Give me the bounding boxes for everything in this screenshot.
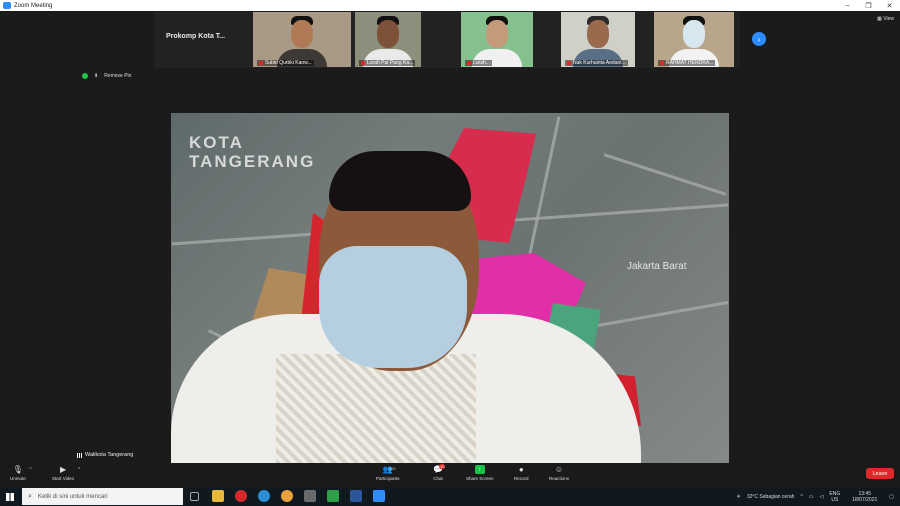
chevron-up-icon[interactable]: ^	[29, 467, 31, 473]
title-bar: Zoom Meeting – ❐ ✕	[0, 0, 900, 11]
volume-icon[interactable]: ◁	[820, 494, 824, 500]
participant-face-mask	[683, 20, 705, 48]
audio-level-icon	[77, 453, 82, 458]
participants-count: 152	[389, 466, 396, 471]
opera-icon[interactable]	[235, 490, 247, 502]
lang-line2: US	[831, 497, 838, 503]
view-label: View	[883, 16, 894, 22]
participant-thumbnail[interactable]: Lurah...	[461, 12, 533, 67]
participant-label: Nak Kurhainta Aedani...	[565, 60, 628, 66]
next-page-button[interactable]: ›	[752, 32, 766, 46]
leave-button[interactable]: Leave	[866, 468, 894, 479]
muted-icon	[259, 61, 263, 65]
network-icon[interactable]: ▭	[809, 494, 814, 500]
muted-icon	[660, 61, 664, 65]
participant-label: RAHMAT HENDRA...	[658, 60, 715, 66]
shield-icon	[82, 73, 88, 79]
chrome-icon[interactable]	[327, 490, 339, 502]
share-screen-button[interactable]: ↑ Share Screen	[466, 465, 494, 481]
remove-pin-label: Remove Pin	[104, 73, 131, 79]
reactions-icon: ☺	[554, 465, 564, 474]
participants-button[interactable]: 👥 152 Participants	[376, 465, 400, 481]
window-title: Zoom Meeting	[14, 3, 52, 9]
edge-icon[interactable]	[258, 490, 270, 502]
start-button[interactable]	[0, 487, 20, 506]
record-button[interactable]: ● Record	[514, 465, 529, 481]
task-view-icon[interactable]	[190, 492, 199, 501]
start-video-button[interactable]: ▶ Start Video ^	[52, 465, 74, 481]
participant-face	[377, 20, 399, 48]
participant-thumbnail[interactable]: Nak Kurhainta Aedani...	[561, 12, 635, 67]
chevron-up-icon[interactable]: ^	[78, 467, 80, 473]
video-off-icon: ▶	[58, 465, 68, 474]
muted-icon	[361, 61, 365, 65]
participant-thumbnail[interactable]: Subid Qurbki Kanw...	[253, 12, 351, 67]
minimize-button[interactable]: –	[837, 0, 858, 11]
app-icon[interactable]	[304, 490, 316, 502]
speaker-name: Walikota Tangerang	[85, 452, 133, 458]
clock-date: 18/07/2021	[852, 497, 877, 503]
reactions-label: Reactions	[549, 476, 569, 481]
record-label: Record	[514, 476, 529, 481]
clock[interactable]: 13:45 18/07/2021	[852, 491, 883, 503]
microphone-muted-icon: 🎙	[13, 465, 23, 474]
chat-badge: 10	[439, 464, 445, 469]
chat-button[interactable]: 💬 10 Chat	[433, 465, 443, 481]
participant-face	[291, 20, 313, 48]
windows-taskbar: ⌕ Ketik di sini untuk mencari ☀ 32°C Seb…	[0, 487, 900, 506]
participant-thumbnail[interactable]: RAHMAT HENDRA...	[654, 12, 734, 67]
word-icon[interactable]	[350, 490, 362, 502]
map-title-line1: KOTA	[189, 133, 315, 152]
remove-pin-control[interactable]: ⬇ Remove Pin	[82, 73, 131, 79]
participants-label: Participants	[376, 476, 400, 481]
face-mask	[319, 246, 467, 368]
unmute-label: Unmute	[10, 476, 26, 481]
chrome-icon[interactable]	[281, 490, 293, 502]
map-title: KOTA TANGERANG	[189, 133, 315, 171]
zoom-taskbar-icon[interactable]	[373, 490, 385, 502]
participant-face	[486, 20, 508, 48]
window-controls: – ❐ ✕	[837, 0, 900, 11]
map-title-line2: TANGERANG	[189, 152, 315, 171]
active-speaker-video[interactable]: KOTA TANGERANG Jakarta Barat	[171, 113, 729, 464]
muted-icon	[567, 61, 571, 65]
muted-icon	[467, 61, 471, 65]
windows-logo-icon	[6, 493, 14, 501]
participant-label: Lurah Pal Pang Ka...	[359, 60, 415, 66]
participant-label: Lurah...	[465, 60, 492, 66]
map-label-jakarta-barat: Jakarta Barat	[627, 261, 686, 272]
view-button[interactable]: ▦ View	[877, 16, 894, 22]
meeting-toolbar: 🎙 Unmute ^ ▶ Start Video ^ 👥 152 Partici…	[0, 463, 900, 487]
taskbar-search[interactable]: ⌕ Ketik di sini untuk mencari	[22, 488, 183, 505]
search-placeholder: Ketik di sini untuk mencari	[38, 494, 108, 500]
gallery-strip	[154, 12, 740, 68]
pinned-tile-name[interactable]: Prokomp Kota T...	[166, 33, 225, 40]
tray-chevron-icon[interactable]: ^	[800, 494, 802, 500]
file-explorer-icon[interactable]	[212, 490, 224, 502]
participant-label: Subid Qurbki Kanw...	[257, 60, 314, 66]
zoom-logo-icon	[3, 2, 11, 9]
speaker-name-label: Walikota Tangerang	[77, 452, 133, 458]
share-screen-icon: ↑	[475, 465, 485, 474]
record-icon: ●	[516, 465, 526, 474]
chat-label: Chat	[433, 476, 443, 481]
maximize-button[interactable]: ❐	[858, 0, 879, 11]
shirt-embroidery	[276, 354, 476, 464]
participant-face	[587, 20, 609, 48]
language-indicator[interactable]: ENG US	[829, 491, 846, 503]
system-tray: ☀ 32°C Sebagian cerah ^ ▭ ◁ ENG US 13:45…	[736, 487, 900, 506]
notification-icon[interactable]: ▢	[889, 494, 894, 500]
search-icon: ⌕	[28, 493, 32, 501]
share-screen-label: Share Screen	[466, 476, 494, 481]
close-window-button[interactable]: ✕	[879, 0, 900, 11]
unmute-button[interactable]: 🎙 Unmute ^	[10, 465, 26, 481]
reactions-button[interactable]: ☺ Reactions	[549, 465, 569, 481]
speaker-hair	[329, 151, 471, 211]
start-video-label: Start Video	[52, 476, 74, 481]
participant-thumbnail[interactable]: Lurah Pal Pang Ka...	[355, 12, 421, 67]
weather-text[interactable]: 32°C Sebagian cerah	[747, 494, 795, 500]
pin-icon: ⬇	[94, 73, 98, 79]
weather-icon[interactable]: ☀	[736, 494, 740, 500]
